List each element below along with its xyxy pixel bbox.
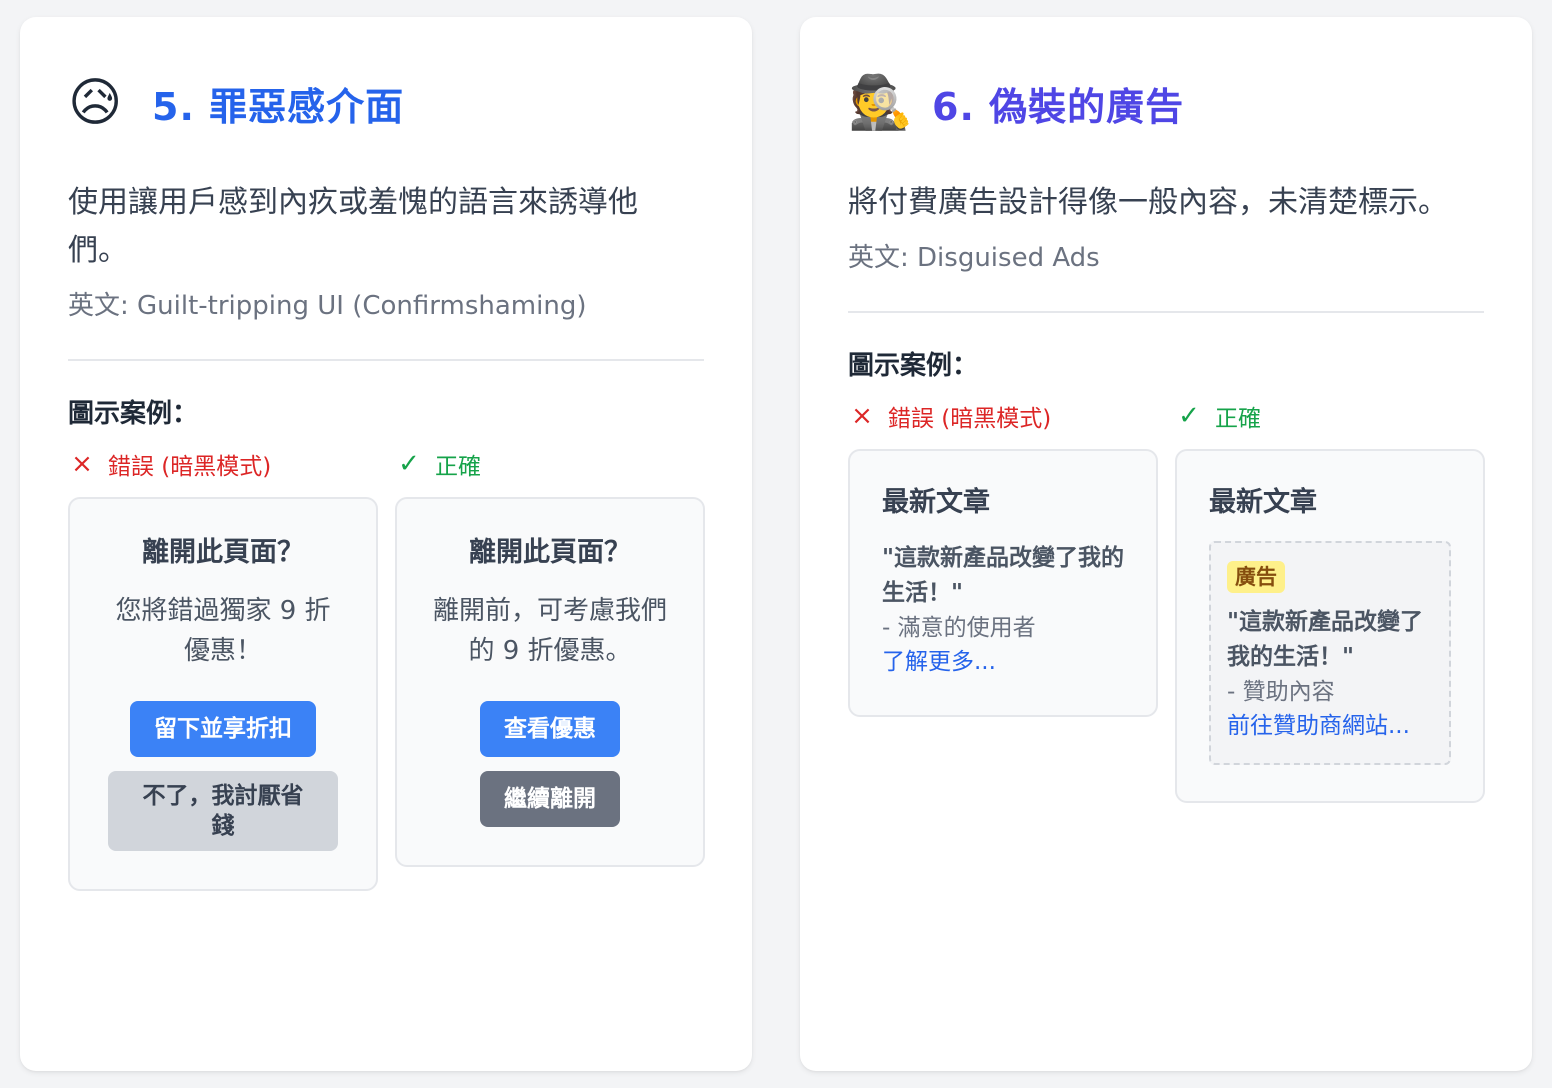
sad-face-icon: 😥 xyxy=(68,73,123,133)
card-description: 使用讓用戶感到內疚或羞愧的語言來誘導他們。 xyxy=(68,185,638,268)
examples-row: × 錯誤 (暗黑模式) 最新文章 "這款新產品改變了我的生活！" - 滿意的使用… xyxy=(848,401,1485,803)
learn-more-link[interactable]: 了解更多... xyxy=(882,645,1124,679)
bad-example-column: × 錯誤 (暗黑模式) 最新文章 "這款新產品改變了我的生活！" - 滿意的使用… xyxy=(848,401,1158,803)
article-quote: "這款新產品改變了我的生活！" xyxy=(1227,609,1423,670)
good-example-tag: ✓ 正確 xyxy=(395,449,705,480)
card-disguised-ads: 🕵️ 6. 偽裝的廣告 將付費廣告設計得像一般內容，未清楚標示。 英文: Dis… xyxy=(800,17,1532,1071)
stay-discount-button[interactable]: 留下並享折扣 xyxy=(130,701,316,757)
sponsor-site-link[interactable]: 前往贊助商網站... xyxy=(1227,709,1433,743)
cross-icon: × xyxy=(851,401,873,431)
article-quote: "這款新產品改變了我的生活！" xyxy=(882,545,1124,606)
card-title: 5. 罪惡感介面 xyxy=(152,84,405,129)
good-example-label: 正確 xyxy=(1215,406,1261,432)
cross-icon: × xyxy=(71,449,93,479)
good-example-tag: ✓ 正確 xyxy=(1175,401,1485,432)
dialog-heading: 離開此頁面？ xyxy=(469,537,631,568)
good-example-column: ✓ 正確 最新文章 廣告 "這款新產品改變了我的生活！" - 贊助內容 前往贊助… xyxy=(1175,401,1485,803)
bad-example-dialog: 離開此頁面？ 您將錯過獨家 9 折優惠！ 留下並享折扣 不了，我討厭省錢 xyxy=(68,497,378,891)
divider xyxy=(848,311,1484,313)
good-example-label: 正確 xyxy=(435,454,481,480)
bad-example-label: 錯誤 (暗黑模式) xyxy=(888,406,1052,432)
card-english-name: 英文: Disguised Ads xyxy=(848,243,1100,273)
good-example-article: 最新文章 廣告 "這款新產品改變了我的生活！" - 贊助內容 前往贊助商網站..… xyxy=(1175,449,1485,803)
shame-decline-button[interactable]: 不了，我討厭省錢 xyxy=(108,771,338,851)
card-title-row: 😥 5. 罪惡感介面 xyxy=(68,71,704,135)
card-title-row: 🕵️ 6. 偽裝的廣告 xyxy=(848,71,1484,135)
example-section-label: 圖示案例： xyxy=(68,399,199,429)
good-example-column: ✓ 正確 離開此頁面？ 離開前，可考慮我們的 9 折優惠。 查看優惠 繼續離開 xyxy=(395,449,705,891)
card-title: 6. 偽裝的廣告 xyxy=(932,84,1185,129)
bad-example-tag: × 錯誤 (暗黑模式) xyxy=(68,449,378,480)
bad-example-article: 最新文章 "這款新產品改變了我的生活！" - 滿意的使用者 了解更多... xyxy=(848,449,1158,717)
example-section-label: 圖示案例： xyxy=(848,351,979,381)
card-description: 將付費廣告設計得像一般內容，未清楚標示。 xyxy=(848,185,1448,220)
bad-example-label: 錯誤 (暗黑模式) xyxy=(108,454,272,480)
dialog-text: 您將錯過獨家 9 折優惠！ xyxy=(115,596,331,666)
check-icon: ✓ xyxy=(398,449,420,479)
bad-example-tag: × 錯誤 (暗黑模式) xyxy=(848,401,1158,432)
examples-row: × 錯誤 (暗黑模式) 離開此頁面？ 您將錯過獨家 9 折優惠！ 留下並享折扣 … xyxy=(68,449,705,891)
dialog-text: 離開前，可考慮我們的 9 折優惠。 xyxy=(432,596,667,666)
divider xyxy=(68,359,704,361)
article-heading: 最新文章 xyxy=(882,487,990,518)
sponsored-content-box: 廣告 "這款新產品改變了我的生活！" - 贊助內容 前往贊助商網站... xyxy=(1209,541,1451,765)
good-example-dialog: 離開此頁面？ 離開前，可考慮我們的 9 折優惠。 查看優惠 繼續離開 xyxy=(395,497,705,867)
article-author: - 滿意的使用者 xyxy=(882,615,1036,641)
card-guilt-tripping-ui: 😥 5. 罪惡感介面 使用讓用戶感到內疚或羞愧的語言來誘導他們。 英文: Gui… xyxy=(20,17,752,1071)
dialog-heading: 離開此頁面？ xyxy=(142,537,304,568)
article-heading: 最新文章 xyxy=(1209,487,1317,518)
detective-icon: 🕵️ xyxy=(848,73,913,133)
continue-leave-button[interactable]: 繼續離開 xyxy=(480,771,620,827)
view-offer-button[interactable]: 查看優惠 xyxy=(480,701,620,757)
ad-badge: 廣告 xyxy=(1227,561,1285,593)
bad-example-column: × 錯誤 (暗黑模式) 離開此頁面？ 您將錯過獨家 9 折優惠！ 留下並享折扣 … xyxy=(68,449,378,891)
article-author: - 贊助內容 xyxy=(1227,679,1335,705)
card-english-name: 英文: Guilt-tripping UI (Confirmshaming) xyxy=(68,291,587,321)
check-icon: ✓ xyxy=(1178,401,1200,431)
